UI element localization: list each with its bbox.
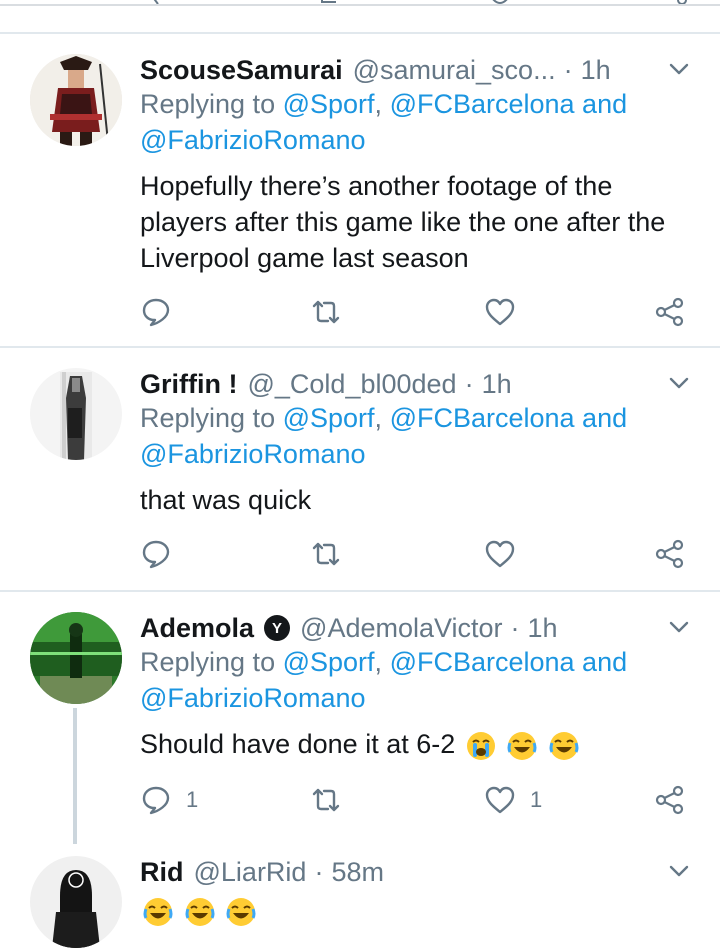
crying-face-emoji-icon xyxy=(466,731,495,760)
avatar[interactable] xyxy=(30,368,122,460)
mention-link[interactable]: @FabrizioRomano xyxy=(140,439,366,469)
mention-and: and xyxy=(574,647,628,677)
chevron-down-icon[interactable] xyxy=(666,858,692,884)
mention-separator: , xyxy=(374,647,390,677)
like-button[interactable] xyxy=(484,534,530,574)
heart-icon xyxy=(485,786,515,814)
user-handle[interactable]: @AdemolaVictor xyxy=(300,613,503,644)
tweet-actions xyxy=(140,292,700,332)
share-button[interactable] xyxy=(654,292,686,332)
replying-to: Replying to @Sporf, @FCBarcelona and @Fa… xyxy=(140,400,700,472)
mention-link[interactable]: @FCBarcelona xyxy=(390,403,575,433)
avatar[interactable] xyxy=(30,612,122,704)
mention-and: and xyxy=(574,403,628,433)
tweet-actions: 1 1 xyxy=(140,780,700,820)
mention-link[interactable]: @Sporf xyxy=(283,89,375,119)
joy-emoji-icon xyxy=(143,897,173,926)
mention-link[interactable]: @FCBarcelona xyxy=(390,89,575,119)
share-button[interactable] xyxy=(654,780,686,820)
retweet-icon xyxy=(312,542,340,566)
heart-icon xyxy=(485,540,515,568)
retweet-icon xyxy=(312,788,340,812)
mention-and: and xyxy=(574,89,628,119)
chevron-down-icon[interactable] xyxy=(666,614,692,640)
mention-link[interactable]: @FabrizioRomano xyxy=(140,683,366,713)
separator-dot: · xyxy=(510,612,520,643)
tweet[interactable]: Griffin ! @_Cold_bl00ded · 1h Replying t… xyxy=(0,364,720,584)
user-handle[interactable]: @_Cold_bl00ded xyxy=(247,369,456,400)
user-handle[interactable]: @LiarRid xyxy=(194,857,307,888)
reply-button[interactable]: 1 xyxy=(140,780,198,820)
mention-link[interactable]: @FCBarcelona xyxy=(390,647,575,677)
tweet-text: Hopefully there’s another footage of the… xyxy=(140,171,666,273)
reply-button[interactable] xyxy=(140,534,186,574)
joy-emoji-icon xyxy=(549,731,579,760)
joy-emoji-icon xyxy=(226,897,256,926)
mention-link[interactable]: @FabrizioRomano xyxy=(140,125,366,155)
retweet-icon xyxy=(312,300,340,324)
chevron-down-icon[interactable] xyxy=(666,56,692,82)
reply-count: 1 xyxy=(186,787,199,812)
tweet-header: Griffin ! @_Cold_bl00ded · 1h xyxy=(140,364,512,404)
timestamp[interactable]: 1h xyxy=(482,369,512,400)
like-button[interactable] xyxy=(484,292,530,332)
replying-to: Replying to @Sporf, @FCBarcelona and @Fa… xyxy=(140,644,700,716)
retweet-button[interactable] xyxy=(310,780,342,820)
divider xyxy=(0,32,720,34)
retweet-button[interactable] xyxy=(310,292,342,332)
like-button[interactable]: 1 xyxy=(484,780,542,820)
like-count: 1 xyxy=(530,787,543,812)
heart-icon xyxy=(485,298,515,326)
mention-link[interactable]: @Sporf xyxy=(283,403,375,433)
reply-button[interactable] xyxy=(140,292,186,332)
display-name[interactable]: Ademola xyxy=(140,613,254,644)
divider xyxy=(0,346,720,348)
replying-to: Replying to @Sporf, @FCBarcelona and @Fa… xyxy=(140,86,700,158)
tweet-actions xyxy=(140,534,700,574)
mention-separator: , xyxy=(374,403,390,433)
chevron-down-icon[interactable] xyxy=(666,370,692,396)
timestamp[interactable]: 1h xyxy=(528,613,558,644)
share-button[interactable] xyxy=(654,534,686,574)
user-handle[interactable]: @samurai_sco... xyxy=(353,55,556,86)
tweet-text-row: Should have done it at 6-2 xyxy=(140,726,700,762)
separator-dot: · xyxy=(464,368,474,399)
tweet-header: Rid @LiarRid · 58m xyxy=(140,852,384,892)
replying-label: Replying to xyxy=(140,403,283,433)
separator-dot: · xyxy=(314,856,324,887)
mention-link[interactable]: @Sporf xyxy=(283,647,375,677)
reply-icon xyxy=(142,540,170,569)
replying-label: Replying to xyxy=(140,89,283,119)
tweet[interactable]: Rid @LiarRid · 58m xyxy=(0,852,720,948)
avatar[interactable] xyxy=(30,54,122,146)
joy-emoji-icon xyxy=(185,897,215,926)
joy-emoji-icon xyxy=(507,731,537,760)
tweet-text: that was quick xyxy=(140,485,312,515)
separator-dot: · xyxy=(563,54,573,85)
tweet-header: Ademola Y @AdemolaVictor · 1h xyxy=(140,608,558,648)
verified-badge: Y xyxy=(264,615,291,641)
display-name[interactable]: Griffin ! xyxy=(140,369,237,400)
timestamp[interactable]: 58m xyxy=(331,857,384,888)
tweet-text-row xyxy=(140,892,700,928)
share-icon xyxy=(655,297,684,327)
share-icon xyxy=(655,539,684,569)
previous-tweet-actions xyxy=(0,0,720,34)
tweet-header: ScouseSamurai @samurai_sco... · 1h xyxy=(140,50,611,90)
tweet-text: Should have done it at 6-2 xyxy=(140,729,456,759)
reply-icon xyxy=(142,298,170,327)
tweet[interactable]: ScouseSamurai @samurai_sco... · 1h Reply… xyxy=(0,50,720,340)
avatar[interactable] xyxy=(30,856,122,948)
replying-label: Replying to xyxy=(140,647,283,677)
retweet-button[interactable] xyxy=(310,534,342,574)
display-name[interactable]: ScouseSamurai xyxy=(140,55,343,86)
share-icon xyxy=(655,785,684,815)
divider xyxy=(0,590,720,592)
timestamp[interactable]: 1h xyxy=(581,55,611,86)
reply-icon xyxy=(142,786,170,815)
display-name[interactable]: Rid xyxy=(140,857,184,888)
tweet[interactable]: Ademola Y @AdemolaVictor · 1h Replying t… xyxy=(0,608,720,844)
mention-separator: , xyxy=(374,89,390,119)
